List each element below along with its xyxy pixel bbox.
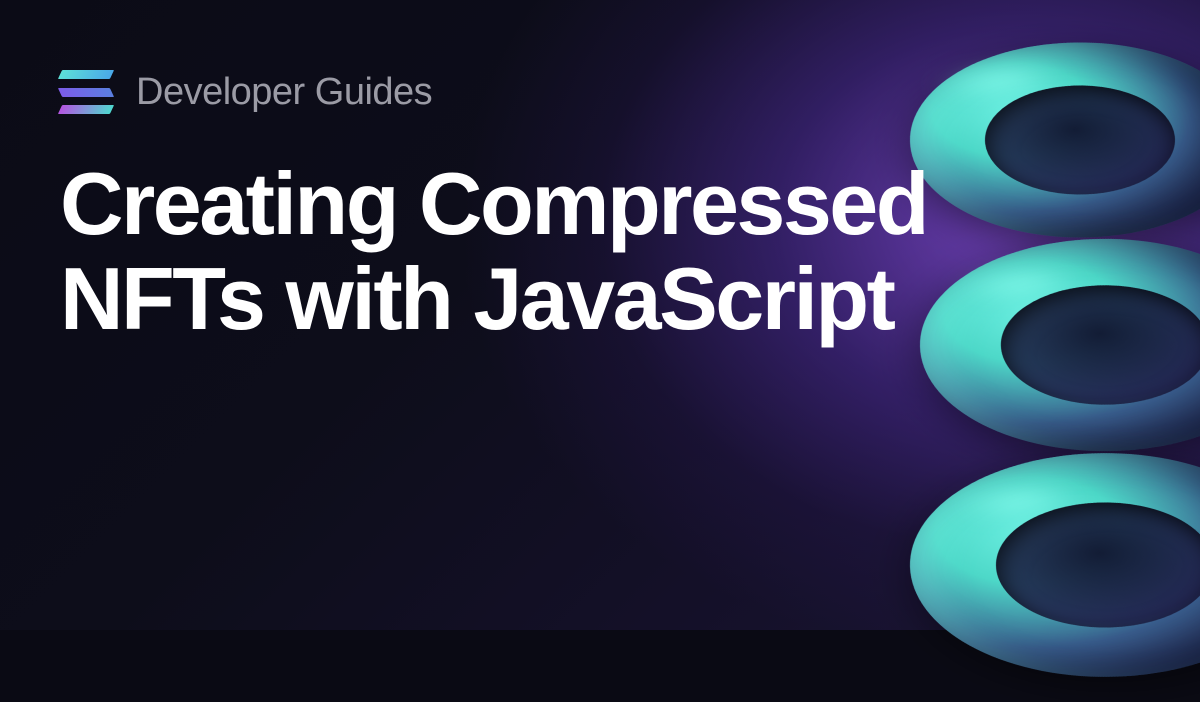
- solana-logo-icon: [60, 70, 112, 114]
- page-title: Creating Compressed NFTs with JavaScript: [60, 156, 1140, 346]
- category-label: Developer Guides: [136, 71, 432, 114]
- logo-bar: [58, 70, 114, 79]
- logo-bar: [58, 105, 114, 114]
- logo-bar: [58, 88, 114, 97]
- torus-ring-bottom: [866, 428, 1200, 702]
- content-area: Developer Guides Creating Compressed NFT…: [0, 0, 1200, 416]
- header: Developer Guides: [60, 70, 1140, 114]
- ring-highlight: [953, 476, 1084, 527]
